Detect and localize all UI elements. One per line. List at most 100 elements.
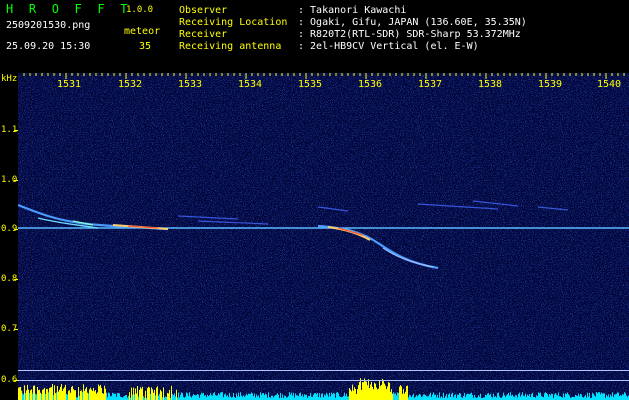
activity-bar — [324, 394, 325, 400]
activity-bar — [61, 384, 62, 400]
activity-bar — [288, 396, 289, 400]
activity-bar — [44, 387, 45, 400]
activity-bar — [352, 384, 353, 400]
activity-bar — [357, 389, 358, 400]
activity-bar — [424, 394, 425, 400]
activity-bar — [50, 387, 51, 400]
activity-bar — [338, 393, 339, 400]
activity-bar — [330, 396, 331, 400]
activity-bar — [367, 385, 368, 400]
activity-bar — [125, 395, 126, 400]
activity-bar — [48, 392, 49, 400]
activity-bar — [74, 390, 75, 400]
activity-bar — [380, 385, 381, 400]
activity-bar — [187, 393, 188, 400]
y-tick — [14, 380, 18, 381]
activity-bar — [493, 393, 494, 400]
activity-bar — [142, 386, 143, 400]
activity-bar — [157, 386, 158, 400]
activity-bar — [192, 395, 193, 400]
separator-line-2 — [18, 380, 629, 381]
activity-bar — [569, 395, 570, 400]
activity-bar — [35, 393, 36, 400]
activity-bar — [29, 393, 30, 400]
activity-bar — [28, 389, 29, 400]
spectrogram-svg — [18, 73, 629, 400]
activity-bar — [178, 392, 179, 400]
activity-bar — [550, 395, 551, 400]
activity-bar — [384, 383, 385, 400]
activity-bar — [140, 387, 141, 400]
activity-bar — [175, 396, 176, 400]
activity-bar — [247, 395, 248, 400]
activity-bar — [152, 389, 153, 400]
activity-bar — [139, 389, 140, 400]
activity-bar — [471, 392, 472, 400]
activity-bar — [252, 393, 253, 400]
location-value: : Ogaki, Gifu, JAPAN (136.60E, 35.35N) — [298, 17, 527, 28]
activity-bar — [69, 390, 70, 400]
activity-bar — [497, 393, 498, 400]
activity-bar — [513, 396, 514, 400]
activity-bar — [404, 393, 405, 400]
activity-bar — [110, 396, 111, 400]
activity-bar — [611, 396, 612, 400]
activity-bar — [167, 392, 168, 400]
activity-bar — [598, 392, 599, 400]
activity-bar — [282, 394, 283, 400]
activity-bar — [200, 394, 201, 400]
activity-bar — [587, 392, 588, 400]
activity-bar — [332, 394, 333, 400]
activity-bar — [54, 385, 55, 400]
activity-bar — [39, 389, 40, 400]
activity-bar — [452, 392, 453, 400]
activity-bar — [145, 390, 146, 400]
activity-bar — [78, 386, 79, 400]
activity-bar — [21, 390, 22, 400]
activity-bar — [90, 387, 91, 400]
activity-bar — [109, 393, 110, 400]
meteor-label: meteor — [124, 26, 161, 37]
y-tick — [14, 130, 18, 131]
activity-bar — [210, 393, 211, 400]
activity-bar — [114, 393, 115, 400]
activity-bar — [254, 393, 255, 400]
location-key: Receiving Location — [179, 17, 288, 28]
activity-bar — [619, 396, 620, 400]
activity-bar — [138, 396, 139, 400]
x-label: 1536 — [358, 79, 383, 90]
activity-bar — [58, 391, 59, 400]
axis-unit-label: kHz — [1, 74, 18, 84]
activity-bar — [99, 386, 100, 400]
x-label: 1534 — [238, 79, 263, 90]
activity-bar — [428, 396, 429, 400]
activity-bar — [277, 393, 278, 400]
activity-bar — [136, 393, 137, 400]
activity-bar — [173, 395, 174, 400]
activity-bar — [43, 389, 44, 400]
activity-bar — [585, 394, 586, 400]
activity-bar — [92, 390, 93, 400]
activity-bar — [441, 396, 442, 400]
activity-bar — [336, 392, 337, 400]
activity-bar — [182, 393, 183, 400]
activity-bar — [423, 394, 424, 400]
activity-bar — [511, 395, 512, 400]
activity-bar — [395, 393, 396, 400]
activity-bar — [427, 396, 428, 400]
activity-bar — [41, 393, 42, 400]
spectrogram-canvas[interactable] — [18, 73, 629, 400]
activity-bar — [555, 393, 556, 400]
activity-bar — [53, 395, 54, 400]
activity-bar — [361, 389, 362, 400]
activity-bar — [126, 395, 127, 400]
activity-bar — [625, 393, 626, 400]
activity-bar — [211, 395, 212, 400]
activity-bar — [403, 389, 404, 400]
activity-bar — [522, 392, 523, 400]
activity-bar — [87, 392, 88, 400]
activity-bar — [353, 390, 354, 400]
activity-bar — [563, 393, 564, 400]
activity-bar — [201, 392, 202, 400]
activity-bar — [394, 393, 395, 400]
